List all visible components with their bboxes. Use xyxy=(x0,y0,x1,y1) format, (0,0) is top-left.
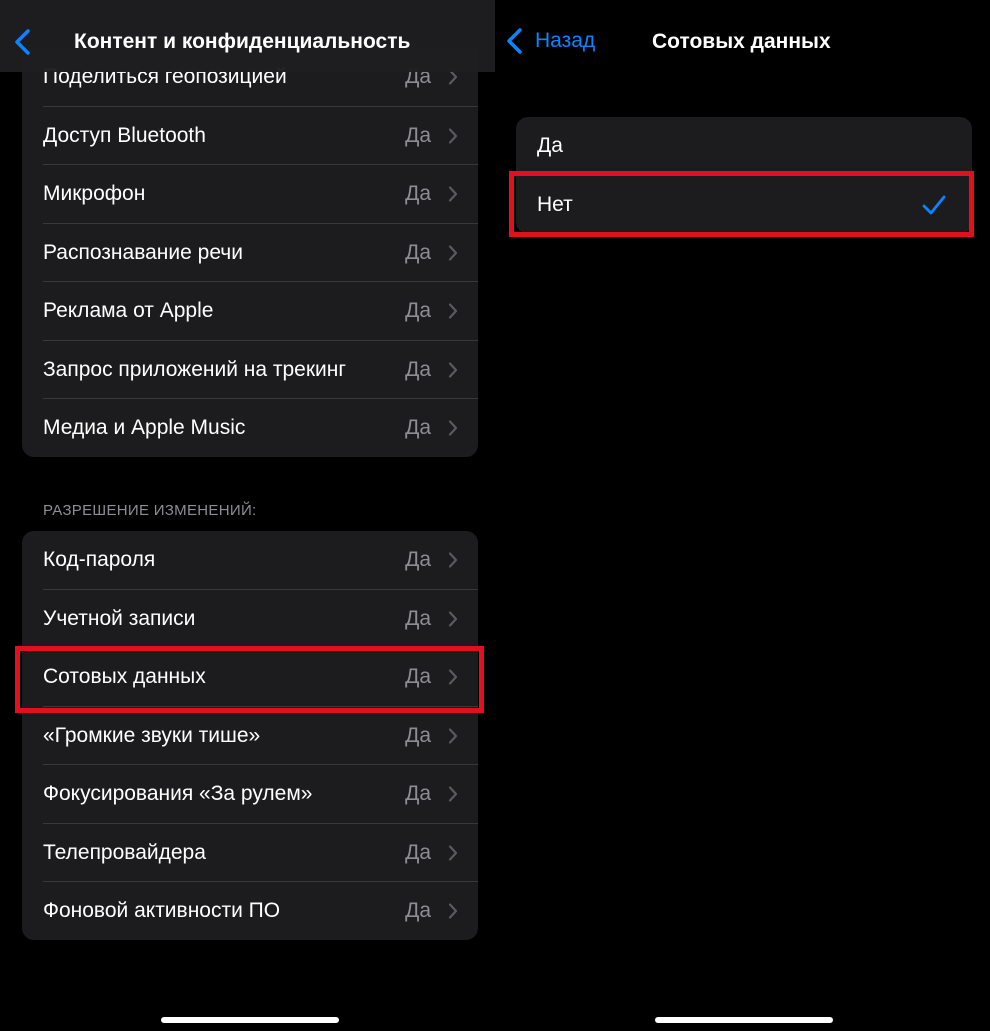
chevron-right-icon xyxy=(448,128,458,144)
chevron-right-icon xyxy=(448,786,458,802)
option-label: Да xyxy=(537,134,563,158)
row-label: Учетной записи xyxy=(43,606,196,630)
settings-row-apple-ads[interactable]: Реклама от Apple Да xyxy=(22,282,478,341)
row-value: Да xyxy=(405,723,431,747)
row-value: Да xyxy=(405,840,431,864)
settings-row-background-activity[interactable]: Фоновой активности ПО Да xyxy=(22,882,478,940)
row-label: Распознавание речи xyxy=(43,240,243,264)
option-label: Нет xyxy=(537,192,573,216)
chevron-right-icon xyxy=(448,903,458,919)
settings-row-media-music[interactable]: Медиа и Apple Music Да xyxy=(22,399,478,457)
settings-row-microphone[interactable]: Микрофон Да xyxy=(22,165,478,224)
home-indicator xyxy=(161,1017,339,1023)
settings-row-cellular-data[interactable]: Сотовых данных Да xyxy=(22,648,478,707)
navigation-bar: Назад Сотовых данных xyxy=(495,0,990,80)
row-label: Код-пароля xyxy=(43,548,156,572)
row-value: Да xyxy=(405,899,431,923)
row-label: Сотовых данных xyxy=(43,665,206,689)
options-group: Да Нет xyxy=(516,117,972,234)
checkmark-icon xyxy=(922,195,946,215)
chevron-right-icon xyxy=(448,611,458,627)
row-label: Телепровайдера xyxy=(43,840,206,864)
chevron-right-icon xyxy=(448,362,458,378)
home-indicator xyxy=(655,1017,833,1023)
settings-row-tv-provider[interactable]: Телепровайдера Да xyxy=(22,824,478,882)
row-label: Запрос приложений на трекинг xyxy=(43,357,347,381)
chevron-right-icon xyxy=(448,186,458,202)
row-label: Доступ Bluetooth xyxy=(43,123,206,147)
option-yes[interactable]: Да xyxy=(516,117,972,176)
settings-row-tracking[interactable]: Запрос приложений на трекинг Да xyxy=(22,341,478,399)
row-label: «Громкие звуки тише» xyxy=(43,723,261,747)
left-screen: Контент и конфиденциальность Поделиться … xyxy=(0,0,495,1031)
back-label: Назад xyxy=(535,29,596,52)
right-screen: Назад Сотовых данных Да Нет xyxy=(495,0,990,1031)
row-value: Да xyxy=(405,240,431,264)
back-chevron-icon[interactable] xyxy=(12,28,34,56)
settings-row-speech-recognition[interactable]: Распознавание речи Да xyxy=(22,224,478,282)
row-value: Да xyxy=(405,606,431,630)
chevron-right-icon xyxy=(448,245,458,261)
allow-changes-group: Код-пароля Да Учетной записи Да Сотовых … xyxy=(22,531,478,940)
navigation-bar: Контент и конфиденциальность xyxy=(0,0,495,72)
settings-row-reduce-loud-sounds[interactable]: «Громкие звуки тише» Да xyxy=(22,707,478,765)
chevron-right-icon xyxy=(448,303,458,319)
back-button[interactable]: Назад xyxy=(505,26,595,56)
settings-row-bluetooth[interactable]: Доступ Bluetooth Да xyxy=(22,107,478,165)
settings-row-driving-focus[interactable]: Фокусирования «За рулем» Да xyxy=(22,765,478,824)
row-label: Медиа и Apple Music xyxy=(43,416,246,440)
content-settings-group: Поделиться геопозицией Да Доступ Bluetoo… xyxy=(22,48,478,457)
chevron-right-icon xyxy=(448,669,458,685)
settings-row-passcode[interactable]: Код-пароля Да xyxy=(22,531,478,590)
row-value: Да xyxy=(405,548,431,572)
chevron-left-icon xyxy=(507,28,522,54)
row-label: Фоновой активности ПО xyxy=(43,899,281,923)
row-value: Да xyxy=(405,123,431,147)
row-value: Да xyxy=(405,182,431,206)
page-title: Сотовых данных xyxy=(652,30,831,53)
row-label: Микрофон xyxy=(43,182,146,206)
row-value: Да xyxy=(405,782,431,806)
row-label: Фокусирования «За рулем» xyxy=(43,782,313,806)
section-header: РАЗРЕШЕНИЕ ИЗМЕНЕНИЙ: xyxy=(43,502,257,519)
chevron-right-icon xyxy=(448,552,458,568)
row-value: Да xyxy=(405,357,431,381)
chevron-right-icon xyxy=(448,728,458,744)
option-no[interactable]: Нет xyxy=(516,176,972,235)
row-value: Да xyxy=(405,665,431,689)
row-value: Да xyxy=(405,299,431,323)
row-label: Реклама от Apple xyxy=(43,299,214,323)
row-value: Да xyxy=(405,416,431,440)
page-title: Контент и конфиденциальность xyxy=(74,30,411,53)
chevron-right-icon xyxy=(448,420,458,436)
settings-row-account[interactable]: Учетной записи Да xyxy=(22,590,478,648)
chevron-right-icon xyxy=(448,845,458,861)
